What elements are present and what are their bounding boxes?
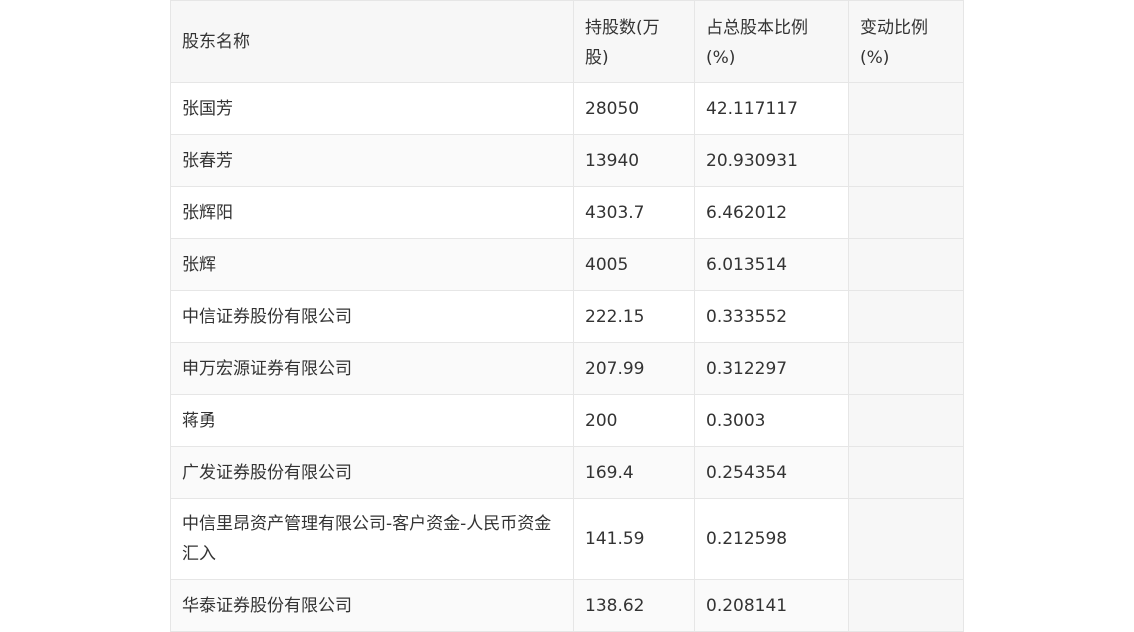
- table-header: 股东名称 持股数(万股) 占总股本比例(%) 变动比例(%): [170, 0, 964, 83]
- header-shareholder-name: 股东名称: [170, 0, 574, 83]
- cell-change: [848, 394, 964, 447]
- cell-change: [848, 342, 964, 395]
- table-row: 张春芳 13940 20.930931: [170, 134, 964, 187]
- cell-shares: 13940: [573, 134, 695, 187]
- table-row: 张辉阳 4303.7 6.462012: [170, 186, 964, 239]
- cell-shares: 28050: [573, 82, 695, 135]
- cell-ratio: 0.333552: [694, 290, 849, 343]
- cell-shares: 207.99: [573, 342, 695, 395]
- cell-change: [848, 446, 964, 499]
- cell-change: [848, 498, 964, 580]
- table-row: 申万宏源证券有限公司 207.99 0.312297: [170, 342, 964, 395]
- table-row: 张国芳 28050 42.117117: [170, 82, 964, 135]
- cell-shares: 138.62: [573, 579, 695, 632]
- table-row: 中信证券股份有限公司 222.15 0.333552: [170, 290, 964, 343]
- cell-ratio: 0.208141: [694, 579, 849, 632]
- cell-change: [848, 82, 964, 135]
- cell-change: [848, 290, 964, 343]
- table-row: 中信里昂资产管理有限公司-客户资金-人民币资金汇入 141.59 0.21259…: [170, 498, 964, 580]
- cell-shares: 169.4: [573, 446, 695, 499]
- cell-shares: 4005: [573, 238, 695, 291]
- table-body: 张国芳 28050 42.117117 张春芳 13940 20.930931 …: [170, 82, 964, 632]
- cell-ratio: 6.462012: [694, 186, 849, 239]
- cell-name: 申万宏源证券有限公司: [170, 342, 574, 395]
- cell-name: 华泰证券股份有限公司: [170, 579, 574, 632]
- cell-name: 中信里昂资产管理有限公司-客户资金-人民币资金汇入: [170, 498, 574, 580]
- cell-name: 蒋勇: [170, 394, 574, 447]
- cell-ratio: 0.312297: [694, 342, 849, 395]
- cell-ratio: 6.013514: [694, 238, 849, 291]
- cell-name: 中信证券股份有限公司: [170, 290, 574, 343]
- cell-ratio: 0.212598: [694, 498, 849, 580]
- table-row: 张辉 4005 6.013514: [170, 238, 964, 291]
- cell-name: 张辉阳: [170, 186, 574, 239]
- cell-name: 张辉: [170, 238, 574, 291]
- shareholder-table: 股东名称 持股数(万股) 占总股本比例(%) 变动比例(%) 张国芳 28050…: [170, 0, 964, 632]
- cell-ratio: 42.117117: [694, 82, 849, 135]
- cell-shares: 141.59: [573, 498, 695, 580]
- header-ratio: 占总股本比例(%): [694, 0, 849, 83]
- header-change: 变动比例(%): [848, 0, 964, 83]
- cell-name: 张春芳: [170, 134, 574, 187]
- cell-change: [848, 579, 964, 632]
- cell-change: [848, 238, 964, 291]
- cell-shares: 200: [573, 394, 695, 447]
- cell-change: [848, 134, 964, 187]
- header-shares: 持股数(万股): [573, 0, 695, 83]
- table-row: 广发证券股份有限公司 169.4 0.254354: [170, 446, 964, 499]
- shareholder-table-container: 股东名称 持股数(万股) 占总股本比例(%) 变动比例(%) 张国芳 28050…: [170, 0, 964, 632]
- cell-ratio: 0.3003: [694, 394, 849, 447]
- cell-name: 广发证券股份有限公司: [170, 446, 574, 499]
- table-row: 蒋勇 200 0.3003: [170, 394, 964, 447]
- cell-ratio: 0.254354: [694, 446, 849, 499]
- cell-ratio: 20.930931: [694, 134, 849, 187]
- cell-change: [848, 186, 964, 239]
- cell-shares: 222.15: [573, 290, 695, 343]
- cell-name: 张国芳: [170, 82, 574, 135]
- table-row: 华泰证券股份有限公司 138.62 0.208141: [170, 579, 964, 632]
- cell-shares: 4303.7: [573, 186, 695, 239]
- header-row: 股东名称 持股数(万股) 占总股本比例(%) 变动比例(%): [170, 0, 964, 83]
